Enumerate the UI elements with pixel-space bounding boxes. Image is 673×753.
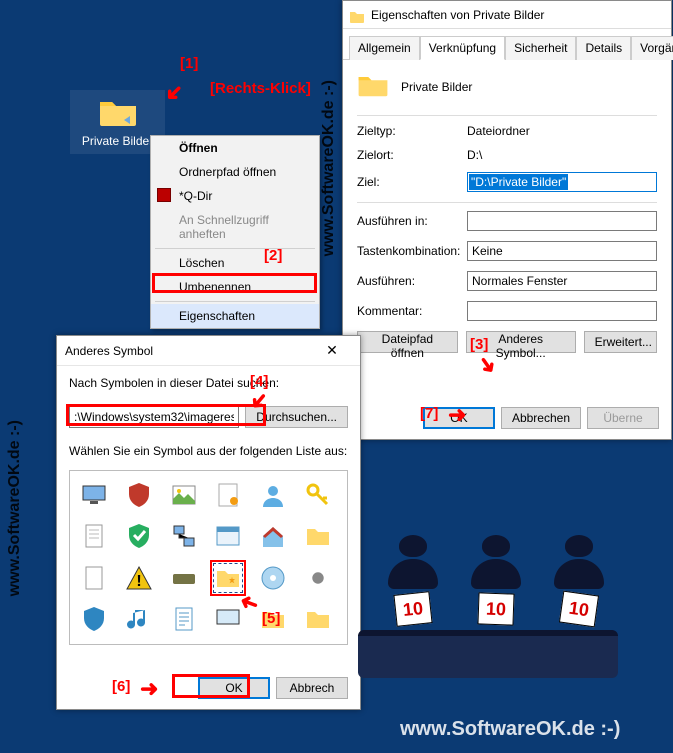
iconpick-title: Anderes Symbol bbox=[65, 344, 153, 358]
tab-previous[interactable]: Vorgängerversio bbox=[631, 36, 673, 60]
ctx-open-path[interactable]: Ordnerpfad öffnen bbox=[151, 160, 319, 184]
input-run[interactable] bbox=[467, 271, 657, 291]
tab-shortcut[interactable]: Verknüpfung bbox=[420, 36, 505, 60]
input-ausf[interactable] bbox=[467, 211, 657, 231]
icon-shield-blue[interactable] bbox=[76, 601, 112, 637]
properties-dialog: Eigenschaften von Private Bilder Allgeme… bbox=[342, 0, 672, 440]
icon-disc[interactable] bbox=[255, 560, 291, 596]
icon-list[interactable]: ! bbox=[69, 470, 348, 645]
ctx-rename[interactable]: Umbenennen bbox=[151, 275, 319, 299]
iconpick-search-label: Nach Symbolen in dieser Datei suchen: bbox=[57, 366, 360, 396]
icon-folder2[interactable] bbox=[255, 601, 291, 637]
val-zieltyp: Dateiordner bbox=[467, 124, 657, 138]
icon-monitor2[interactable] bbox=[210, 601, 246, 637]
iconpick-choose-label: Wählen Sie ein Symbol aus der folgenden … bbox=[57, 434, 360, 464]
close-icon[interactable]: ✕ bbox=[312, 342, 352, 359]
ctx-delete[interactable]: Löschen bbox=[151, 251, 319, 275]
icon-window[interactable] bbox=[210, 518, 246, 554]
icon-shield-green[interactable] bbox=[121, 518, 157, 554]
ctx-open[interactable]: Öffnen bbox=[151, 136, 319, 160]
props-apply-button[interactable]: Überne bbox=[587, 407, 659, 429]
btn-change-icon[interactable]: Anderes Symbol... bbox=[466, 331, 576, 353]
icon-user[interactable] bbox=[255, 477, 291, 513]
judge-1: 10 bbox=[380, 535, 445, 625]
properties-titlebar: Eigenschaften von Private Bilder bbox=[343, 1, 671, 29]
iconpick-cancel-button[interactable]: Abbrech bbox=[276, 677, 348, 699]
icon-network[interactable] bbox=[166, 518, 202, 554]
lbl-ausf: Ausführen in: bbox=[357, 214, 467, 228]
context-menu: Öffnen Ordnerpfad öffnen *Q-Dir An Schne… bbox=[150, 135, 320, 329]
icon-photo[interactable] bbox=[166, 477, 202, 513]
score-card: 10 bbox=[393, 591, 432, 627]
icon-key[interactable] bbox=[300, 477, 336, 513]
props-folder-icon bbox=[357, 72, 389, 101]
icon-cert[interactable] bbox=[210, 477, 246, 513]
icon-doc2[interactable] bbox=[76, 560, 112, 596]
anno-rightclick: [Rechts-Klick] bbox=[210, 80, 311, 97]
val-zielort: D:\ bbox=[467, 148, 657, 162]
judge-2: 10 bbox=[463, 535, 528, 625]
icon-shield-red[interactable] bbox=[121, 477, 157, 513]
props-name: Private Bilder bbox=[401, 80, 472, 94]
icon-folder3[interactable] bbox=[300, 601, 336, 637]
judges: 10 10 10 bbox=[380, 535, 611, 625]
watermark-left-1: www.SoftwareOK.de :-) bbox=[6, 420, 24, 596]
lbl-ziel: Ziel: bbox=[357, 175, 467, 189]
icon-music[interactable] bbox=[121, 601, 157, 637]
properties-tabs: Allgemein Verknüpfung Sicherheit Details… bbox=[343, 29, 671, 60]
titlebar-folder-icon bbox=[349, 7, 365, 23]
input-tkey[interactable] bbox=[467, 241, 657, 261]
lbl-zielort: Zielort: bbox=[357, 148, 467, 162]
score-card: 10 bbox=[558, 591, 598, 628]
icon-drive[interactable] bbox=[166, 560, 202, 596]
iconpick-ok-button[interactable]: OK bbox=[198, 677, 270, 699]
lbl-tkey: Tastenkombination: bbox=[357, 244, 467, 258]
tab-security[interactable]: Sicherheit bbox=[505, 36, 576, 60]
properties-title: Eigenschaften von Private Bilder bbox=[371, 8, 544, 22]
icon-doc-lines[interactable] bbox=[166, 601, 202, 637]
score-card: 10 bbox=[477, 592, 514, 625]
svg-text:!: ! bbox=[136, 573, 141, 590]
input-comm[interactable] bbox=[467, 301, 657, 321]
iconpick-path-input[interactable] bbox=[69, 406, 239, 428]
ctx-properties[interactable]: Eigenschaften bbox=[151, 304, 319, 328]
lbl-comm: Kommentar: bbox=[357, 304, 467, 318]
watermark-bottom: www.SoftwareOK.de :-) bbox=[400, 718, 620, 741]
icon-folder-star-selected[interactable] bbox=[210, 560, 246, 596]
props-ok-button[interactable]: OK bbox=[423, 407, 495, 429]
folder-icon bbox=[97, 96, 139, 130]
btn-open-path[interactable]: Dateipfad öffnen bbox=[357, 331, 458, 353]
watermark-mid: www.SoftwareOK.de :-) bbox=[320, 80, 338, 256]
btn-advanced[interactable]: Erweitert... bbox=[584, 331, 657, 353]
icon-doc[interactable] bbox=[76, 518, 112, 554]
judges-desk bbox=[358, 630, 618, 678]
icon-monitor[interactable] bbox=[76, 477, 112, 513]
tab-details[interactable]: Details bbox=[576, 36, 631, 60]
icon-picker-dialog: Anderes Symbol ✕ Nach Symbolen in dieser… bbox=[56, 335, 361, 710]
icon-warning[interactable]: ! bbox=[121, 560, 157, 596]
judge-3: 10 bbox=[546, 535, 611, 625]
val-ziel[interactable]: "D:\Private Bilder" bbox=[469, 174, 568, 190]
props-cancel-button[interactable]: Abbrechen bbox=[501, 407, 581, 429]
ctx-qdir[interactable]: *Q-Dir bbox=[151, 184, 319, 208]
icon-house[interactable] bbox=[255, 518, 291, 554]
lbl-run: Ausführen: bbox=[357, 274, 467, 288]
btn-browse[interactable]: Durchsuchen... bbox=[245, 406, 348, 428]
anno-1: [1] bbox=[180, 55, 198, 72]
lbl-zieltyp: Zieltyp: bbox=[357, 124, 467, 138]
tab-general[interactable]: Allgemein bbox=[349, 36, 420, 60]
icon-gear-sm[interactable] bbox=[300, 560, 336, 596]
ctx-sep-2 bbox=[155, 301, 315, 302]
ctx-sep-1 bbox=[155, 248, 315, 249]
ctx-quickaccess[interactable]: An Schnellzugriff anheften bbox=[151, 208, 319, 246]
icon-folder-open[interactable] bbox=[300, 518, 336, 554]
